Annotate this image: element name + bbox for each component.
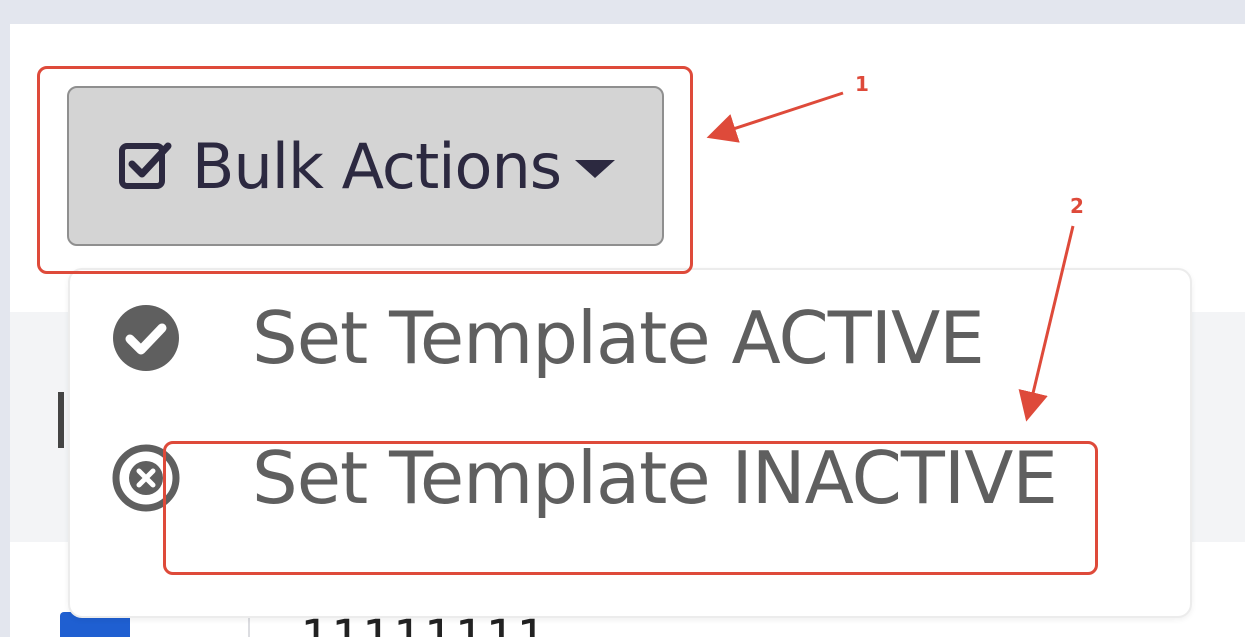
menu-item-label: Set Template ACTIVE <box>252 296 985 380</box>
annotation-box-set-inactive <box>163 441 1098 575</box>
annotation-box-bulk-actions <box>37 66 693 274</box>
table-column-marker <box>58 392 64 448</box>
page-left-edge <box>0 24 10 637</box>
page-top-bar <box>0 0 1245 24</box>
check-circle-icon <box>110 302 182 374</box>
menu-item-set-active[interactable]: Set Template ACTIVE <box>110 296 985 380</box>
screenshot-stage: 11111111 Bulk Actions Set Template ACTIV… <box>0 0 1245 637</box>
annotation-arrow-1 <box>706 91 844 143</box>
annotation-number-2: 2 <box>1070 194 1084 218</box>
annotation-number-1: 1 <box>855 72 869 96</box>
